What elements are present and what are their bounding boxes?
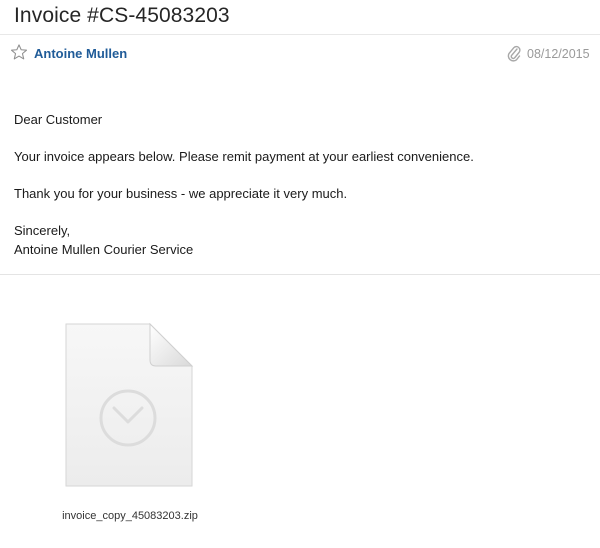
signature-text: Antoine Mullen Courier Service xyxy=(14,242,194,257)
star-icon[interactable] xyxy=(10,43,28,61)
sender-name[interactable]: Antoine Mullen xyxy=(34,46,127,61)
closing-text: Sincerely, xyxy=(14,223,71,238)
header-divider xyxy=(0,34,600,35)
message-date: 08/12/2015 xyxy=(527,47,590,61)
email-subject: Invoice #CS-45083203 xyxy=(14,4,230,27)
archive-file-icon xyxy=(64,320,194,490)
body-line-2: Thank you for your business - we appreci… xyxy=(14,186,348,201)
email-body: Dear Customer Your invoice appears below… xyxy=(14,110,584,259)
email-message-view: Invoice #CS-45083203 Antoine Mullen 08/1… xyxy=(0,0,600,548)
attachment-item[interactable]: invoice_copy_45083203.zip xyxy=(40,320,220,530)
greeting-text: Dear Customer xyxy=(14,112,103,127)
paperclip-icon xyxy=(506,44,522,62)
attachment-filename[interactable]: invoice_copy_45083203.zip xyxy=(40,510,220,522)
email-header-row: Antoine Mullen 08/12/2015 xyxy=(0,40,600,68)
body-line-1: Your invoice appears below. Please remit… xyxy=(14,149,474,164)
attachments-divider xyxy=(0,274,600,275)
